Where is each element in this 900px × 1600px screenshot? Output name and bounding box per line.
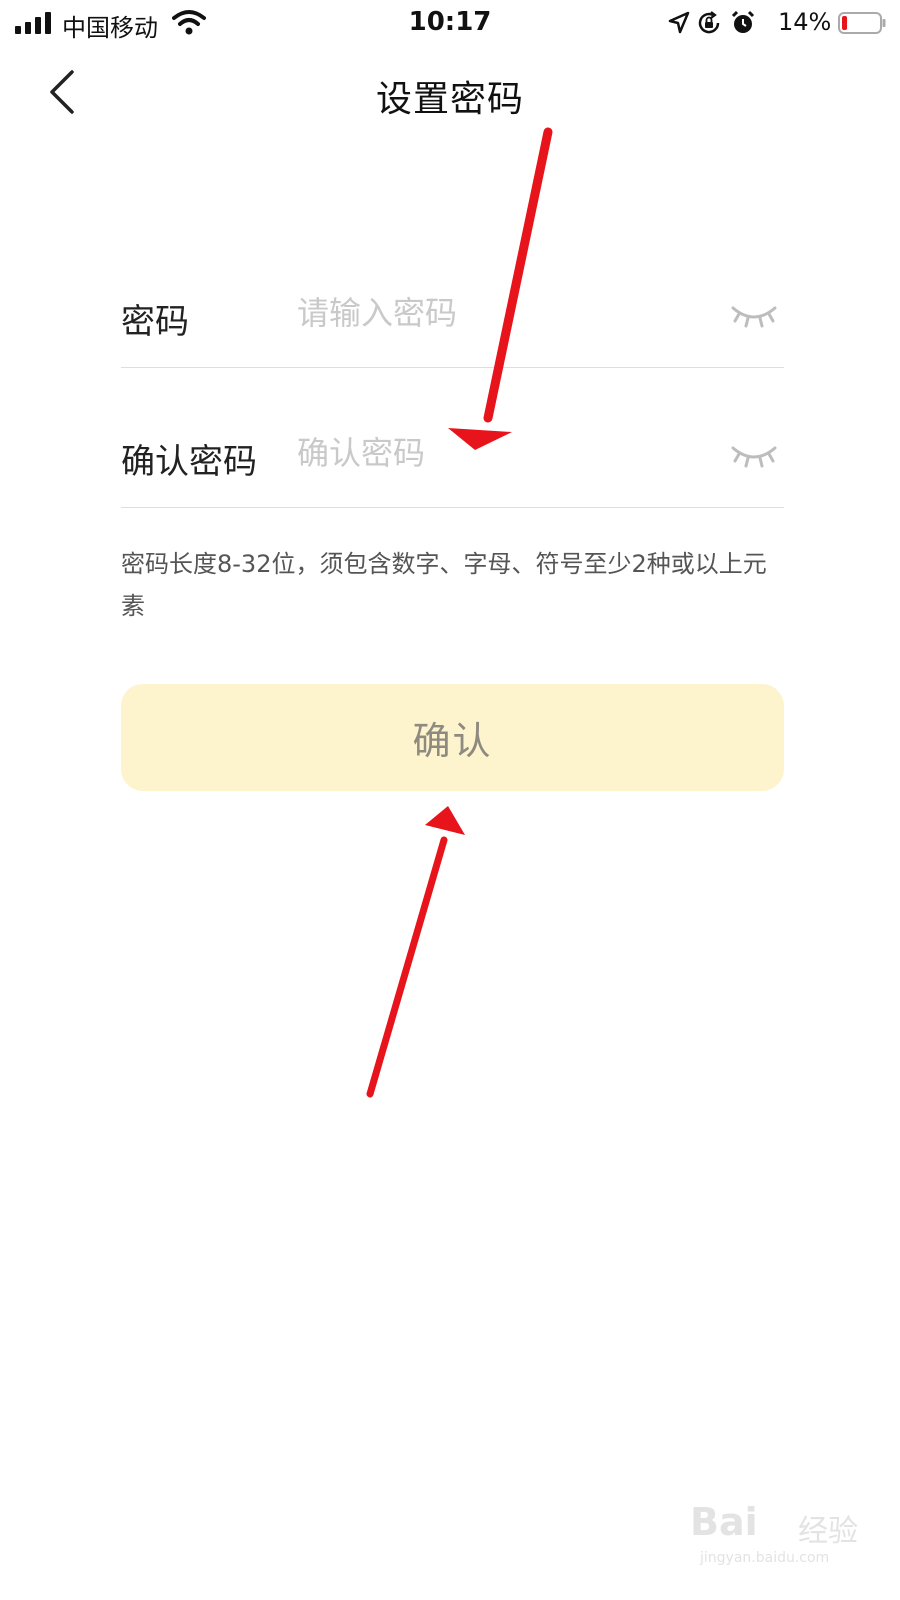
confirm-password-divider [121, 507, 784, 508]
watermark-logo: Bai [690, 1500, 758, 1544]
battery-percent: 14% [778, 8, 832, 36]
annotation-arrow-up [366, 806, 465, 1098]
baidu-jingyan-watermark: Bai 经验 jingyan.baidu.com [690, 1500, 880, 1570]
confirm-password-row: 确认密码 [121, 368, 784, 508]
password-input[interactable] [297, 294, 697, 332]
password-row: 密码 [121, 228, 784, 368]
watermark-cn: 经验 [798, 1514, 858, 1549]
page-title: 设置密码 [375, 79, 524, 120]
watermark-url: jingyan.baidu.com [700, 1550, 830, 1566]
alarm-icon [731, 10, 755, 33]
confirm-password-input[interactable] [297, 434, 697, 472]
confirm-button[interactable]: 确认 [121, 684, 784, 791]
eye-closed-icon[interactable] [730, 302, 778, 330]
orientation-lock-icon [698, 11, 720, 34]
location-icon [668, 11, 690, 34]
status-time: 10:17 [408, 7, 492, 37]
password-hint: 密码长度8-32位，须包含数字、字母、符号至少2种或以上元素 [121, 550, 767, 620]
nav-bar: 设置密码 [0, 46, 900, 138]
battery-icon [838, 12, 886, 34]
confirm-password-label: 确认密码 [121, 442, 257, 482]
status-bar: 中国移动 10:17 14% [0, 0, 900, 46]
eye-closed-icon[interactable] [730, 442, 778, 470]
password-label: 密码 [121, 302, 189, 342]
